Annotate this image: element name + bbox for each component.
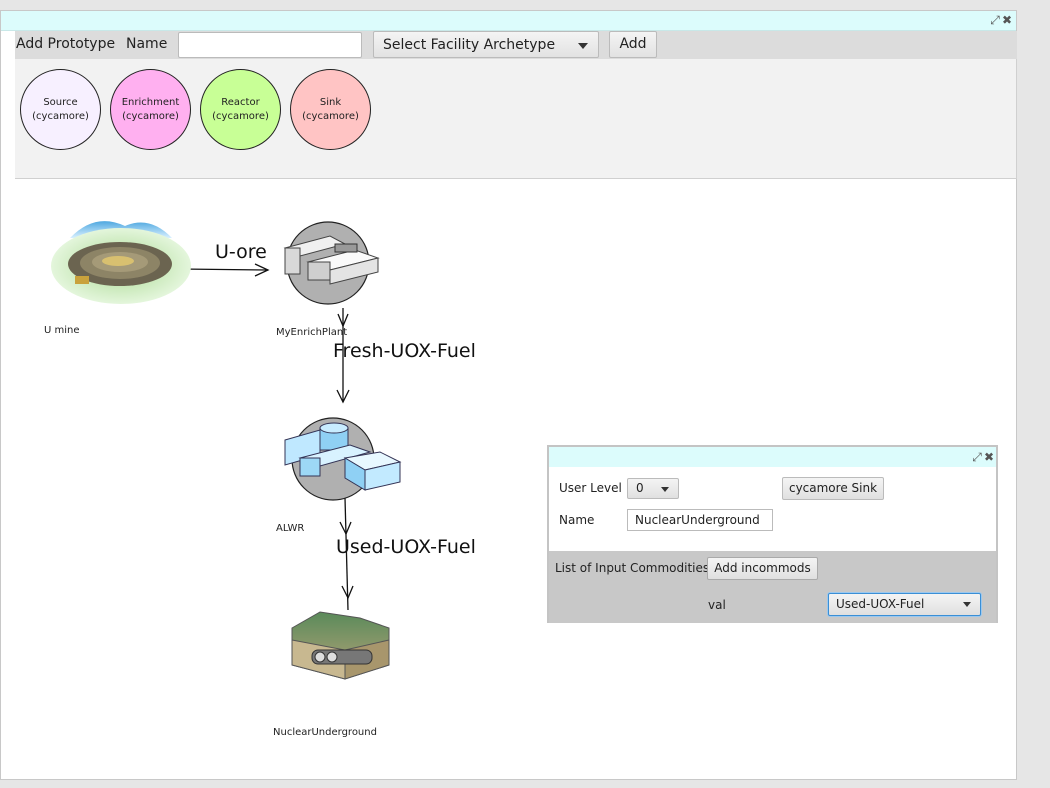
main-window: ⤢ ✖ Add Prototype Name Select Facility A… — [0, 10, 1017, 780]
chevron-down-icon — [578, 43, 588, 49]
incommods-label: List of Input Commodities — [555, 561, 710, 575]
node-label-mine: U mine — [44, 325, 80, 336]
incommodities-section: List of Input Commodities Add incommods … — [549, 551, 996, 623]
name-label: Name — [126, 36, 168, 52]
maximize-icon[interactable]: ⤢ — [990, 14, 1000, 26]
user-level-label: User Level — [559, 481, 622, 495]
facility-detail-panel: ⤢ ✖ User Level 0 cycamore Sink Name Nucl… — [547, 445, 998, 623]
edge-label-u-ore[interactable]: U-ore — [215, 241, 267, 263]
detail-titlebar[interactable]: ⤢ ✖ — [549, 447, 996, 467]
prototype-palette: Source (cycamore) Enrichment (cycamore) … — [15, 59, 1017, 179]
add-prototype-label: Add Prototype — [16, 36, 116, 52]
prototype-toolbar: Add Prototype Name Select Facility Arche… — [15, 31, 1017, 59]
user-level-value: 0 — [636, 481, 644, 495]
prototype-sink[interactable]: Sink (cycamore) — [290, 69, 371, 150]
edge-label-fresh-uox-fuel[interactable]: Fresh-UOX-Fuel — [333, 340, 476, 362]
prototype-reactor[interactable]: Reactor (cycamore) — [200, 69, 281, 150]
prototype-name: Source — [43, 96, 78, 108]
prototype-name: Enrichment — [121, 96, 180, 108]
close-icon[interactable]: ✖ — [984, 451, 994, 463]
maximize-icon[interactable]: ⤢ — [972, 451, 982, 463]
prototype-enrichment[interactable]: Enrichment (cycamore) — [110, 69, 191, 150]
archetype-button[interactable]: cycamore Sink — [782, 477, 884, 500]
main-titlebar[interactable]: ⤢ ✖ — [1, 11, 1016, 31]
chevron-down-icon — [661, 487, 669, 492]
close-icon[interactable]: ✖ — [1002, 14, 1012, 26]
detail-name-label: Name — [559, 513, 595, 527]
facility-archetype-select[interactable]: Select Facility Archetype — [373, 31, 599, 58]
node-label-repository: NuclearUnderground — [273, 727, 377, 738]
incommod-value: Used-UOX-Fuel — [836, 597, 925, 611]
incommod-value-select[interactable]: Used-UOX-Fuel — [828, 593, 981, 616]
prototype-module: (cycamore) — [122, 110, 179, 122]
archetype-select-label: Select Facility Archetype — [383, 37, 556, 53]
add-incommods-button[interactable]: Add incommods — [707, 557, 818, 580]
add-prototype-button[interactable]: Add — [609, 31, 657, 58]
val-label: val — [708, 598, 726, 612]
prototype-name-input[interactable] — [178, 32, 362, 58]
user-level-select[interactable]: 0 — [627, 478, 679, 499]
node-label-enrich: MyEnrichPlant — [276, 327, 348, 338]
prototype-name: Reactor — [221, 96, 260, 108]
prototype-module: (cycamore) — [302, 110, 359, 122]
prototype-module: (cycamore) — [32, 110, 89, 122]
prototype-name: Sink — [319, 96, 342, 108]
prototype-module: (cycamore) — [212, 110, 269, 122]
facility-name-input[interactable]: NuclearUnderground — [627, 509, 773, 531]
node-label-reactor: ALWR — [276, 523, 305, 534]
chevron-down-icon — [963, 602, 971, 607]
edge-label-used-uox-fuel[interactable]: Used-UOX-Fuel — [336, 536, 476, 558]
prototype-source[interactable]: Source (cycamore) — [20, 69, 101, 150]
